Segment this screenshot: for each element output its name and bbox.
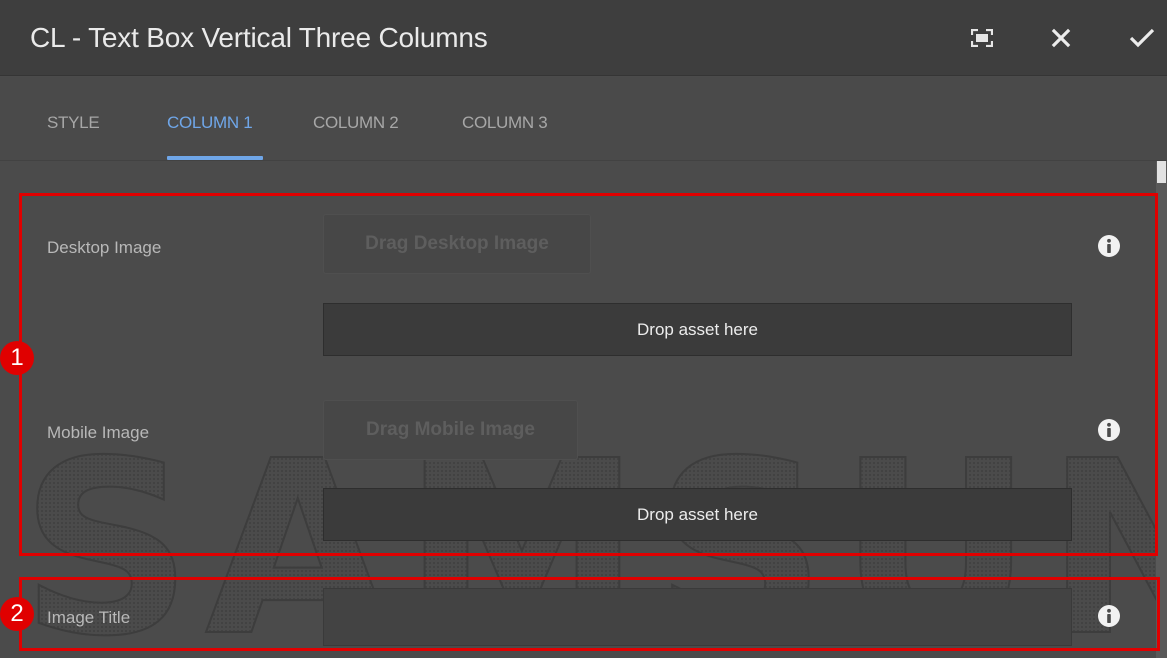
desktop-image-info-icon[interactable] <box>1097 234 1121 258</box>
close-icon[interactable] <box>1045 22 1077 54</box>
mobile-image-info-icon[interactable] <box>1097 418 1121 442</box>
drag-desktop-image-button[interactable]: Drag Desktop Image <box>323 214 591 274</box>
tab-column-1[interactable]: COLUMN 1 <box>167 113 253 133</box>
tab-column-3[interactable]: COLUMN 3 <box>462 113 548 133</box>
drag-mobile-image-button[interactable]: Drag Mobile Image <box>323 400 578 460</box>
mobile-drop-text: Drop asset here <box>637 504 758 524</box>
active-tab-indicator <box>167 156 263 160</box>
desktop-image-drop-zone[interactable]: Drop asset here <box>323 303 1072 356</box>
image-title-info-icon[interactable] <box>1097 604 1121 628</box>
desktop-image-label: Desktop Image <box>47 238 162 257</box>
desktop-drop-text: Drop asset here <box>637 319 758 339</box>
dialog-title: CL - Text Box Vertical Three Columns <box>30 22 488 53</box>
tab-bar: STYLE COLUMN 1 COLUMN 2 COLUMN 3 <box>0 77 1167 161</box>
image-title-input[interactable] <box>323 588 1072 646</box>
tab-style[interactable]: STYLE <box>47 113 100 133</box>
fullscreen-icon[interactable] <box>966 22 998 54</box>
mobile-image-label: Mobile Image <box>47 423 150 442</box>
scrollbar-thumb[interactable] <box>1157 161 1166 183</box>
annotation-badge-1: 1 <box>0 341 34 375</box>
image-title-label: Image Title <box>47 608 131 627</box>
check-icon[interactable] <box>1126 22 1158 54</box>
tab-column-2[interactable]: COLUMN 2 <box>313 113 399 133</box>
mobile-image-drop-zone[interactable]: Drop asset here <box>323 488 1072 541</box>
scrollbar[interactable] <box>1156 161 1167 658</box>
dialog-content: SAMSUNG Desktop Image Drag Desktop Image… <box>0 161 1167 658</box>
dialog-header: CL - Text Box Vertical Three Columns <box>0 0 1167 76</box>
annotation-badge-2: 2 <box>0 597 34 631</box>
